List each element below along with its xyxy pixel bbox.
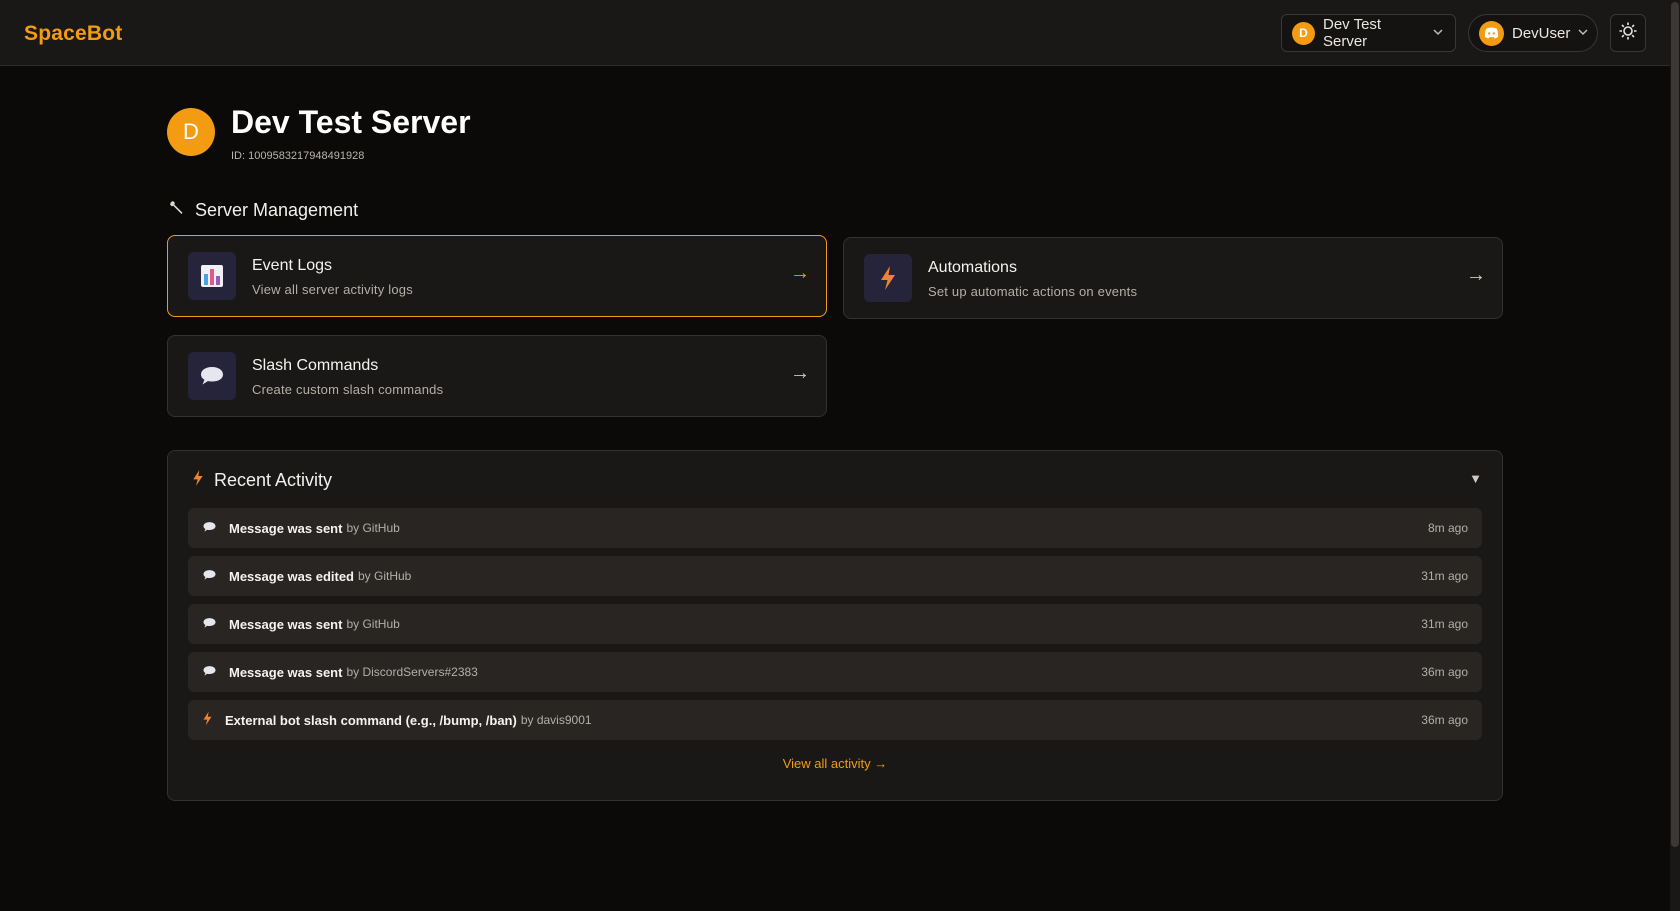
- activity-time: 8m ago: [1427, 521, 1468, 535]
- view-all-activity-link[interactable]: View all activity →: [168, 756, 1502, 771]
- server-id: ID: 1009583217948491928: [231, 150, 365, 162]
- brand-logo[interactable]: SpaceBot: [24, 22, 122, 46]
- speech-bubble-icon: [188, 352, 236, 400]
- event-logs-card[interactable]: Event Logs View all server activity logs…: [167, 235, 827, 317]
- activity-row[interactable]: External bot slash command (e.g., /bump,…: [188, 700, 1482, 740]
- activity-author: by GitHub: [358, 569, 412, 583]
- card-description: View all server activity logs: [252, 282, 413, 297]
- card-description: Create custom slash commands: [252, 382, 444, 397]
- recent-activity-title: Recent Activity: [214, 470, 333, 490]
- lightning-icon: [192, 469, 204, 492]
- discord-icon: [1479, 20, 1504, 46]
- activity-title: Message was sent: [229, 616, 343, 632]
- activity-row[interactable]: Message was sent by GitHub 8m ago: [188, 508, 1482, 548]
- sun-icon: [1618, 21, 1638, 46]
- activity-author: by GitHub: [346, 617, 400, 631]
- recent-activity-panel: Recent Activity ▼ Message was sent by Gi…: [167, 450, 1503, 801]
- arrow-right-icon: →: [790, 262, 810, 284]
- server-selector-label: Dev Test Server: [1323, 16, 1382, 50]
- wrench-icon: [169, 200, 185, 221]
- activity-author: by DiscordServers#2383: [346, 665, 478, 679]
- arrow-right-icon: →: [1466, 264, 1486, 286]
- bar-chart-icon: [188, 252, 236, 300]
- lightning-icon: [864, 254, 912, 302]
- chevron-down-icon: [1578, 27, 1588, 39]
- collapse-toggle[interactable]: ▼: [1469, 471, 1482, 486]
- activity-time: 31m ago: [1421, 617, 1468, 631]
- card-title: Slash Commands: [252, 357, 379, 374]
- user-menu[interactable]: DevUser: [1468, 14, 1598, 52]
- server-selector-avatar: D: [1292, 21, 1315, 45]
- activity-author: by GitHub: [346, 521, 400, 535]
- user-menu-label: DevUser: [1512, 24, 1571, 42]
- activity-author: by davis9001: [520, 713, 592, 727]
- speech-bubble-icon: [202, 521, 217, 536]
- page-scrollbar[interactable]: [1670, 0, 1680, 911]
- theme-toggle-button[interactable]: [1610, 14, 1646, 52]
- activity-time: 31m ago: [1421, 569, 1468, 583]
- automations-card[interactable]: Automations Set up automatic actions on …: [843, 237, 1503, 319]
- activity-row[interactable]: Message was sent by DiscordServers#2383 …: [188, 652, 1482, 692]
- activity-title: Message was sent: [229, 520, 343, 536]
- activity-row[interactable]: Message was sent by GitHub 31m ago: [188, 604, 1482, 644]
- scrollbar-thumb[interactable]: [1671, 2, 1679, 847]
- top-bar: SpaceBot D Dev Test Server DevUser: [0, 0, 1670, 66]
- card-title: Automations: [928, 259, 1017, 276]
- page-title: Dev Test Server: [231, 104, 471, 140]
- speech-bubble-icon: [202, 665, 217, 680]
- activity-title: Message was edited: [229, 568, 354, 584]
- server-avatar: D: [167, 108, 215, 156]
- recent-activity-header: Recent Activity: [192, 469, 332, 492]
- server-selector[interactable]: D Dev Test Server: [1281, 14, 1456, 52]
- arrow-right-icon: →: [790, 362, 810, 384]
- section-title-server-management: Server Management: [169, 200, 358, 221]
- activity-time: 36m ago: [1421, 665, 1468, 679]
- activity-time: 36m ago: [1421, 713, 1468, 727]
- slash-commands-card[interactable]: Slash Commands Create custom slash comma…: [167, 335, 827, 417]
- chevron-down-icon: [1433, 27, 1443, 39]
- activity-title: External bot slash command (e.g., /bump,…: [225, 712, 517, 728]
- activity-title: Message was sent: [229, 664, 343, 680]
- section-title-label: Server Management: [195, 200, 359, 220]
- speech-bubble-icon: [202, 569, 217, 584]
- speech-bubble-icon: [202, 617, 217, 632]
- card-title: Event Logs: [252, 257, 333, 274]
- lightning-icon: [202, 711, 213, 729]
- activity-row[interactable]: Message was edited by GitHub 31m ago: [188, 556, 1482, 596]
- card-description: Set up automatic actions on events: [928, 284, 1138, 299]
